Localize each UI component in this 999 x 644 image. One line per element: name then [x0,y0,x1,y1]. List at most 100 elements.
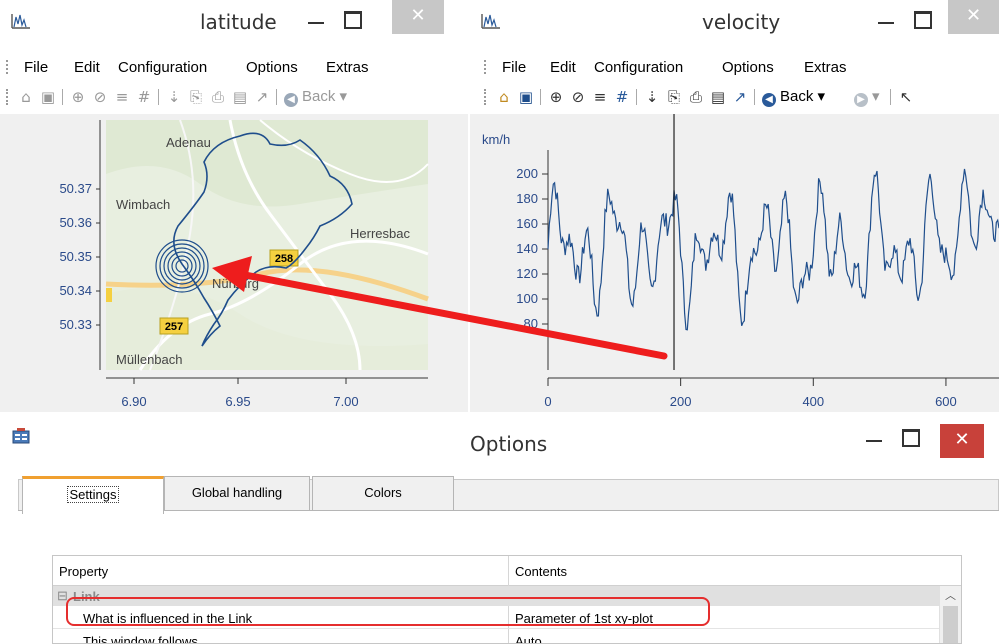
map-label-nurburg: Nürburg [212,276,259,291]
menu-extras[interactable]: Extras [326,59,369,76]
forward-arrow-icon: ▶ [854,93,868,107]
tab-global-handling-label: Global handling [191,485,283,500]
open-icon[interactable]: ⌂ [16,87,36,107]
latitude-close-button[interactable]: ✕ [392,0,444,34]
toolbar-grip [484,89,487,105]
menu-options[interactable]: Options [246,59,298,76]
latitude-titlebar[interactable]: latitude ✕ [0,0,468,44]
options-titlebar[interactable]: Options ✕ [0,412,999,462]
velocity-title: velocity [702,10,781,34]
zoom-icon[interactable]: ⊕ [546,87,566,107]
save-icon[interactable]: ▣ [38,87,58,107]
latitude-plot[interactable]: 258 257 Adenau Wimbach Herresbac Nürburg… [0,114,468,412]
velocity-titlebar[interactable]: velocity ✕ [470,0,999,44]
scroll-up-icon[interactable]: ︿ [940,586,961,604]
tab-global-handling[interactable]: Global handling [164,476,310,512]
latitude-menubar: File Edit Configuration Options Extras [0,56,468,80]
y-tick-label: 200 [516,166,538,181]
export-icon[interactable]: ↗ [730,87,750,107]
toolbar-separator [890,89,891,105]
tab-colors[interactable]: Colors [312,476,454,512]
menu-configuration[interactable]: Configuration [594,59,683,76]
y-tick-label: 120 [516,266,538,281]
open-icon[interactable]: ⌂ [494,87,514,107]
road-badge-258: 258 [275,253,293,265]
print-icon[interactable]: ⎙ [208,87,228,107]
toolbar-grip [6,89,9,105]
axis-icon[interactable]: ≡ [112,87,132,107]
property-value[interactable]: Auto [515,634,542,643]
copy-icon[interactable]: ⎘ [186,87,206,107]
latitude-maximize-button[interactable] [336,6,366,34]
options-title: Options [470,432,548,456]
app-chart-icon [11,14,30,29]
options-minimize-button[interactable] [858,424,888,452]
grid-header: Property Contents [53,556,961,586]
velocity-plot[interactable]: km/h 200 180 160 140 120 100 80 0 200 400 600 [470,114,999,412]
y-tick-50.36: 50.36 [59,215,92,230]
road-badge-257: 257 [165,321,183,333]
back-label: Back [780,88,814,105]
grid-icon[interactable]: # [134,87,154,107]
map-label-mullenbach: Müllenbach [116,352,183,367]
y-tick-label: 80 [524,316,538,331]
menu-file[interactable]: File [502,59,526,76]
x-tick-label: 400 [802,394,824,409]
back-label: Back [302,88,336,105]
print-icon[interactable]: ⎙ [686,87,706,107]
highlight-box [66,597,710,626]
clipboard-icon[interactable]: ▤ [230,87,250,107]
velocity-maximize-button[interactable] [906,6,936,34]
menubar-grip [6,60,9,74]
forward-button[interactable]: ▶ ▾ [854,87,880,107]
export-icon[interactable]: ↗ [252,87,272,107]
velocity-series-line [547,168,999,331]
menu-configuration[interactable]: Configuration [118,59,207,76]
back-arrow-icon: ◀ [284,93,298,107]
options-maximize-button[interactable] [894,424,924,452]
map-label-wimbach: Wimbach [116,197,170,212]
back-arrow-icon: ◀ [762,93,776,107]
property-name: This window follows [83,634,198,644]
cursor-icon[interactable]: ⇣ [164,87,184,107]
save-icon[interactable]: ▣ [516,87,536,107]
menu-edit[interactable]: Edit [550,59,576,76]
x-tick-label: 0 [544,394,551,409]
y-tick-50.33: 50.33 [59,317,92,332]
menu-options[interactable]: Options [722,59,774,76]
velocity-minimize-button[interactable] [870,6,900,34]
menu-edit[interactable]: Edit [74,59,100,76]
clipboard-icon[interactable]: ▤ [708,87,728,107]
latitude-minimize-button[interactable] [300,6,330,34]
back-button[interactable]: ◀ Back ▾ [284,87,347,107]
y-unit-label: km/h [482,132,510,147]
column-header-property[interactable]: Property [59,564,108,579]
options-close-button[interactable]: ✕ [940,424,984,458]
toolbar-separator [636,89,637,105]
grid-scrollbar[interactable]: ︿ [939,586,961,643]
zoom-icon[interactable]: ⊕ [68,87,88,107]
cursor-icon[interactable]: ⇣ [642,87,662,107]
x-tick-6.90: 6.90 [121,394,146,409]
latitude-title: latitude [200,10,277,34]
axis-icon[interactable]: ≡ [590,87,610,107]
grid-icon[interactable]: # [612,87,632,107]
copy-icon[interactable]: ⎘ [664,87,684,107]
x-tick-label: 600 [935,394,957,409]
y-ticks: 200 180 160 140 120 100 80 [516,166,548,331]
unzoom-icon[interactable]: ⊘ [90,87,110,107]
property-row[interactable]: This window follows Auto [53,630,939,644]
x-tick-label: 200 [670,394,692,409]
menu-file[interactable]: File [24,59,48,76]
pointer-icon[interactable]: ↖ [896,87,916,107]
column-header-contents[interactable]: Contents [515,564,567,579]
y-tick-label: 160 [516,216,538,231]
unzoom-icon[interactable]: ⊘ [568,87,588,107]
toolbar-separator [158,89,159,105]
scroll-thumb[interactable] [943,606,958,643]
menu-extras[interactable]: Extras [804,59,847,76]
x-tick-7.00: 7.00 [333,394,358,409]
tab-settings[interactable]: Settings [22,476,164,514]
back-button[interactable]: ◀ Back ▾ [762,87,825,107]
velocity-close-button[interactable]: ✕ [948,0,999,34]
